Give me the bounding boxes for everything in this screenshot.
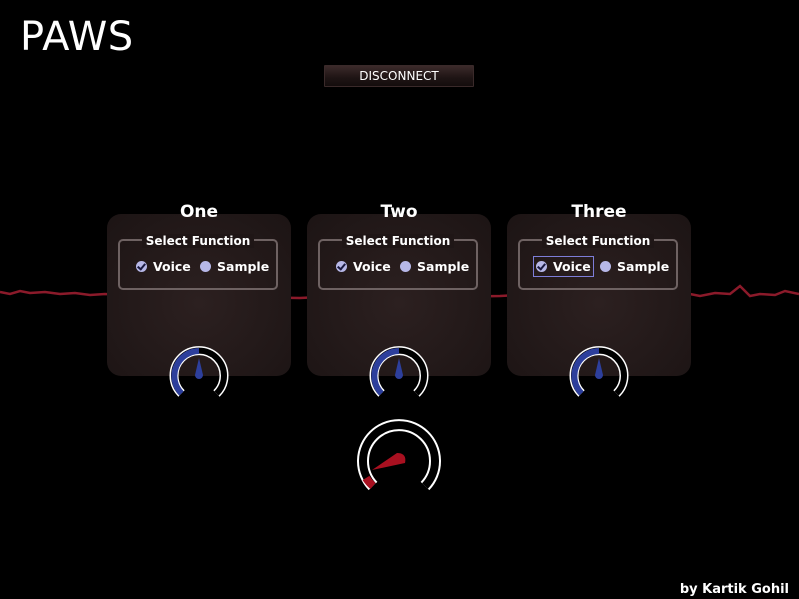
voice-label: Voice xyxy=(353,259,391,274)
channel-three-knob[interactable] xyxy=(568,344,630,400)
voice-radio-option[interactable]: Voice xyxy=(136,259,191,274)
fieldset-legend: Select Function xyxy=(141,234,255,248)
author-credit: by Kartik Gohil xyxy=(679,582,789,597)
sample-radio[interactable] xyxy=(400,261,411,272)
fieldset-legend: Select Function xyxy=(341,234,455,248)
sample-radio-option[interactable]: Sample xyxy=(400,259,469,274)
sample-radio-option[interactable]: Sample xyxy=(600,259,669,274)
panel-title: One xyxy=(179,202,219,222)
knob-pointer xyxy=(372,453,406,470)
fieldset-legend: Select Function xyxy=(541,234,655,248)
voice-label: Voice xyxy=(553,259,591,274)
panel-title: Two xyxy=(380,202,418,222)
sample-radio-option[interactable]: Sample xyxy=(200,259,269,274)
knob-pointer xyxy=(195,358,203,379)
master-volume-knob[interactable] xyxy=(357,418,441,494)
knob-pointer xyxy=(395,358,403,379)
voice-radio[interactable] xyxy=(536,261,547,272)
function-fieldset: Select Function Voice Sample xyxy=(118,234,278,290)
sample-radio[interactable] xyxy=(600,261,611,272)
knob-pointer xyxy=(595,358,603,379)
channel-two-knob[interactable] xyxy=(368,344,430,400)
voice-radio[interactable] xyxy=(136,261,147,272)
sample-radio[interactable] xyxy=(200,261,211,272)
function-fieldset: Select Function Voice Sample xyxy=(518,234,678,290)
sample-label: Sample xyxy=(617,259,670,274)
voice-label: Voice xyxy=(153,259,191,274)
function-fieldset: Select Function Voice Sample xyxy=(318,234,478,290)
voice-radio-option[interactable]: Voice xyxy=(533,256,594,277)
sample-label: Sample xyxy=(417,259,470,274)
app-title: PAWS xyxy=(20,14,134,60)
voice-radio[interactable] xyxy=(336,261,347,272)
channel-one-knob[interactable] xyxy=(168,344,230,400)
sample-label: Sample xyxy=(217,259,270,274)
panel-title: Three xyxy=(571,202,627,222)
voice-radio-option[interactable]: Voice xyxy=(336,259,391,274)
disconnect-button[interactable]: DISCONNECT xyxy=(324,65,474,87)
